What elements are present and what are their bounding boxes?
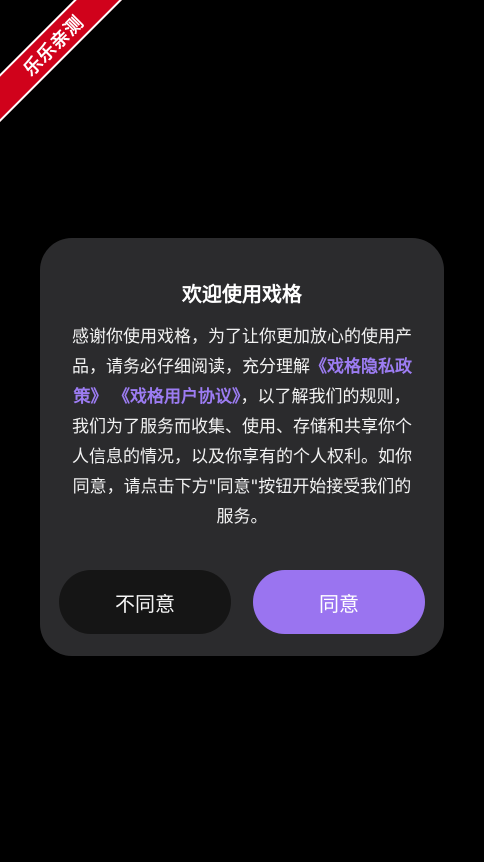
dialog-body-rest: ，以了解我们的规则，我们为了服务而收集、使用、存储和共享你个人信息的情况，以及你…	[72, 387, 412, 527]
privacy-consent-dialog: 欢迎使用戏格 感谢你使用戏格，为了让你更加放心的使用产品，请务必仔细阅读，充分理…	[40, 238, 444, 656]
agree-button[interactable]: 同意	[253, 570, 425, 634]
user-agreement-link[interactable]: 《戏格用户协议》	[113, 387, 241, 407]
watermark-ribbon: 乐乐亲测	[0, 0, 133, 125]
watermark-text: 乐乐亲测	[19, 11, 89, 81]
dialog-title: 欢迎使用戏格	[182, 282, 302, 306]
disagree-button[interactable]: 不同意	[59, 570, 231, 634]
dialog-body: 感谢你使用戏格，为了让你更加放心的使用产品，请务必仔细阅读，充分理解《戏格隐私政…	[68, 322, 416, 532]
